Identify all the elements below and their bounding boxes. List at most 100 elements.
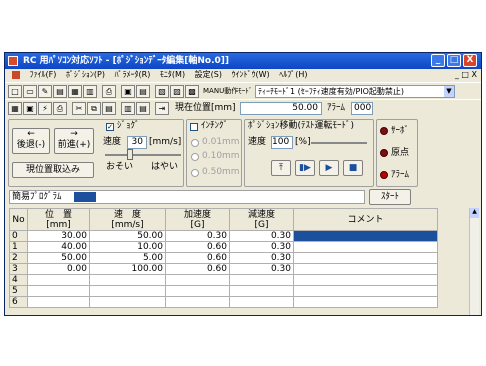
accel-cell[interactable] (165, 285, 230, 297)
row-number[interactable]: 6 (9, 296, 28, 308)
move-speed-slider[interactable] (311, 142, 367, 144)
row-number[interactable]: 2 (9, 252, 28, 264)
table-row[interactable]: 2 50.00 5.00 0.60 0.30 (9, 252, 438, 264)
accel-cell[interactable]: 0.30 (165, 230, 230, 242)
table-row[interactable]: 3 0.00 100.00 0.60 0.30 (9, 263, 438, 275)
play-icon[interactable]: ▶ (319, 160, 339, 176)
layout-icon[interactable]: ▧ (155, 85, 169, 98)
cascade-icon[interactable]: ▨ (170, 85, 184, 98)
jump-icon[interactable]: ⤒ (271, 160, 291, 176)
accel-cell[interactable]: 0.60 (165, 252, 230, 264)
grid-icon[interactable]: ▥ (83, 85, 97, 98)
tile-icon[interactable]: ▩ (185, 85, 199, 98)
grid-view-icon[interactable]: ▦ (8, 102, 22, 115)
scroll-up-icon[interactable]: ▲ (470, 208, 479, 218)
speed-cell[interactable] (89, 296, 166, 308)
mdi-minimize-button[interactable]: _ (455, 70, 459, 79)
table-icon[interactable]: ▦ (68, 85, 82, 98)
comment-cell[interactable] (293, 230, 438, 242)
new-file-icon[interactable]: □ (8, 85, 22, 98)
minimize-button[interactable]: _ (431, 54, 445, 67)
accel-cell[interactable]: 0.60 (165, 241, 230, 253)
accel-cell[interactable] (165, 274, 230, 286)
printer-icon[interactable]: ⎙ (53, 102, 67, 115)
menu-position[interactable]: ﾎﾟｼﾞｼｮﾝ(P) (66, 70, 105, 79)
monitor-icon[interactable]: ▣ (121, 85, 135, 98)
comment-cell[interactable] (293, 241, 438, 253)
maximize-button[interactable]: □ (447, 54, 461, 67)
mode-select[interactable]: ﾃｨｰﾁﾓｰﾄﾞ1 (ｾｰﾌﾃｨ速度有効/PIO起動禁止) ▼ (255, 85, 455, 98)
forward-button[interactable]: → 前進(+) (54, 128, 94, 154)
delete-row-icon[interactable]: ▤ (136, 102, 150, 115)
decel-cell[interactable] (229, 274, 294, 286)
position-icon[interactable]: ✎ (38, 85, 52, 98)
jog-checkbox[interactable]: ✓ (106, 123, 114, 131)
cut-icon[interactable]: ✂ (72, 102, 86, 115)
mdi-close-button[interactable]: X (472, 70, 477, 79)
speed-cell[interactable]: 5.00 (89, 252, 166, 264)
jog-speed-slider[interactable] (105, 154, 181, 156)
row-number[interactable]: 1 (9, 241, 28, 253)
inching-option-radio[interactable] (191, 139, 199, 147)
speed-cell[interactable] (89, 285, 166, 297)
position-cell[interactable]: 0.00 (27, 263, 90, 275)
chevron-down-icon[interactable]: ▼ (444, 86, 454, 97)
mdi-restore-button[interactable]: □ (461, 70, 469, 79)
jog-speed-value[interactable]: 30 (127, 136, 147, 149)
speed-cell[interactable]: 50.00 (89, 230, 166, 242)
print-icon[interactable]: ⎙ (102, 85, 116, 98)
decel-cell[interactable]: 0.30 (229, 241, 294, 253)
monitor-graph-icon[interactable]: ▤ (136, 85, 150, 98)
table-row[interactable]: 1 40.00 10.00 0.60 0.30 (9, 241, 438, 253)
menu-help[interactable]: ﾍﾙﾌﾟ(H) (279, 70, 307, 79)
table-row[interactable]: 6 (9, 296, 438, 308)
lightning-icon[interactable]: ⚡ (38, 102, 52, 115)
open-file-icon[interactable]: ▭ (23, 85, 37, 98)
comment-cell[interactable] (293, 296, 438, 308)
row-number[interactable]: 5 (9, 285, 28, 297)
jog-speed-slider-thumb[interactable] (127, 149, 133, 160)
capture-position-button[interactable]: 現位置取込み (12, 162, 94, 178)
comment-cell[interactable] (293, 263, 438, 275)
comment-cell[interactable] (293, 274, 438, 286)
decel-cell[interactable]: 0.30 (229, 252, 294, 264)
vertical-scrollbar[interactable]: ▲ (469, 208, 479, 315)
inching-option-radio[interactable] (191, 169, 199, 177)
start-button[interactable]: ｽﾀｰﾄ (369, 189, 411, 205)
transfer-icon[interactable]: ⇥ (155, 102, 169, 115)
parameter-icon[interactable]: ▤ (53, 85, 67, 98)
decel-cell[interactable]: 0.30 (229, 230, 294, 242)
inching-option-radio[interactable] (191, 153, 199, 161)
menu-monitor[interactable]: ﾓﾆﾀ(M) (160, 70, 185, 79)
copy-icon[interactable]: ⧉ (87, 102, 101, 115)
position-cell[interactable]: 50.00 (27, 252, 90, 264)
decel-cell[interactable] (229, 285, 294, 297)
position-cell[interactable] (27, 285, 90, 297)
row-number[interactable]: 0 (9, 230, 28, 242)
accel-cell[interactable] (165, 296, 230, 308)
stop-icon[interactable]: ■ (343, 160, 363, 176)
insert-row-icon[interactable]: ▥ (121, 102, 135, 115)
step-play-icon[interactable]: ▮▶ (295, 160, 315, 176)
speed-cell[interactable]: 10.00 (89, 241, 166, 253)
comment-cell[interactable] (293, 252, 438, 264)
inching-checkbox[interactable] (190, 123, 198, 131)
move-speed-value[interactable]: 100 (271, 136, 293, 149)
save-icon[interactable]: ▣ (23, 102, 37, 115)
table-row[interactable]: 4 (9, 274, 438, 286)
row-number[interactable]: 4 (9, 274, 28, 286)
close-button[interactable]: X (463, 54, 477, 67)
position-cell[interactable] (27, 274, 90, 286)
menu-file[interactable]: ﾌｧｲﾙ(F) (30, 70, 57, 79)
menu-settings[interactable]: 設定(S) (195, 70, 222, 79)
decel-cell[interactable]: 0.30 (229, 263, 294, 275)
position-cell[interactable]: 30.00 (27, 230, 90, 242)
comment-cell[interactable] (293, 285, 438, 297)
accel-cell[interactable]: 0.60 (165, 263, 230, 275)
table-row[interactable]: 0 30.00 50.00 0.30 0.30 (9, 230, 438, 242)
table-row[interactable]: 5 (9, 285, 438, 297)
paste-icon[interactable]: ▤ (102, 102, 116, 115)
menu-parameter[interactable]: ﾊﾟﾗﾒｰﾀ(R) (115, 70, 151, 79)
position-cell[interactable] (27, 296, 90, 308)
decel-cell[interactable] (229, 296, 294, 308)
